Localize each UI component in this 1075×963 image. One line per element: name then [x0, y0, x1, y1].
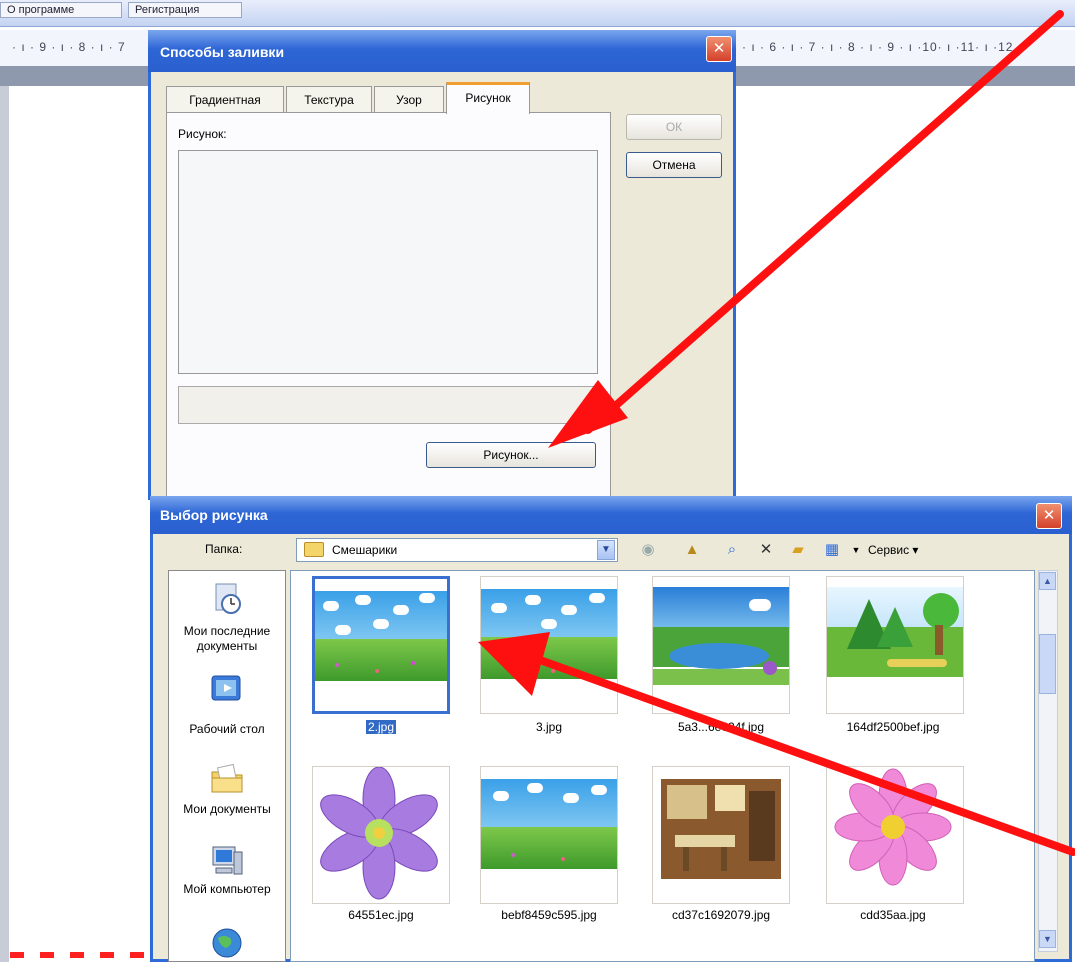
file-list-scrollbar[interactable] [1038, 570, 1058, 952]
fill-dialog-close-icon[interactable]: ✕ [706, 36, 732, 62]
desktop-icon[interactable] [210, 672, 244, 706]
picture-preview [178, 150, 598, 374]
file-name[interactable]: 164df2500bef.jpg [818, 720, 968, 734]
cancel-button[interactable]: Отмена [626, 152, 722, 178]
tools-menu[interactable]: Сервис ▾ [868, 543, 918, 557]
file-thumbnail[interactable] [480, 766, 618, 904]
file-thumbnail[interactable] [312, 766, 450, 904]
fill-dialog-title: Способы заливки [160, 44, 285, 60]
tools-menu-label: Сервис [868, 543, 910, 557]
file-name[interactable]: 5a3...6e624f.jpg [646, 720, 796, 734]
new-folder-icon[interactable]: ▰ [788, 540, 808, 560]
file-thumbnail[interactable] [480, 576, 618, 714]
tab-picture[interactable]: Рисунок [446, 82, 530, 114]
folder-value: Смешарики [332, 543, 398, 557]
tab-gradient[interactable]: Градиентная [166, 86, 284, 112]
place-label-my-documents: Мои документы [183, 802, 271, 816]
tab-pattern[interactable]: Узор [374, 86, 444, 112]
file-name[interactable]: 64551ec.jpg [306, 908, 456, 922]
ruler-right-marks: · ı · 6 · ı · 7 · ı · 8 · ı · 9 · ı ·10·… [742, 40, 1014, 54]
up-folder-icon[interactable]: ▲ [682, 540, 702, 560]
word-menu-bar: О программе Регистрация [0, 0, 1075, 27]
place-label-my-computer: Мой компьютер [183, 882, 271, 896]
file-name[interactable]: cdd35aa.jpg [818, 908, 968, 922]
open-dialog-title: Выбор рисунка [160, 507, 268, 523]
file-name-text: 2.jpg [365, 720, 397, 734]
file-thumbnail[interactable] [652, 576, 790, 714]
file-name[interactable]: cd37c1692079.jpg [646, 908, 796, 922]
dashed-line-segment [10, 952, 24, 958]
tab-texture[interactable]: Текстура [286, 86, 372, 112]
my-documents-icon[interactable] [210, 762, 244, 796]
picture-label: Рисунок: [178, 127, 227, 141]
document-left-margin [0, 86, 9, 962]
file-thumbnail[interactable] [826, 766, 964, 904]
folder-icon [304, 542, 324, 557]
open-dialog-close-icon[interactable]: ✕ [1036, 503, 1062, 529]
file-thumbnail[interactable] [826, 576, 964, 714]
dashed-line-segment [100, 952, 114, 958]
recent-documents-icon[interactable] [210, 582, 244, 616]
dashed-line-segment [130, 952, 144, 958]
search-icon[interactable]: ⌕ [722, 540, 742, 560]
file-name[interactable]: bebf8459c595.jpg [474, 908, 624, 922]
scroll-down-icon[interactable]: ▼ [1039, 930, 1056, 948]
ruler-left-marks: · ı · 9 · ı · 8 · ı · 7 [12, 40, 126, 54]
dashed-line-segment [70, 952, 84, 958]
file-thumbnail[interactable] [652, 766, 790, 904]
about-program-button[interactable]: О программе [0, 2, 122, 18]
ok-button[interactable]: ОК [626, 114, 722, 140]
place-label-recent: Мои последние документы [183, 624, 271, 653]
registration-button[interactable]: Регистрация [128, 2, 242, 18]
picture-name-field [178, 386, 598, 424]
scroll-up-icon[interactable]: ▲ [1039, 572, 1056, 590]
dashed-line-segment [40, 952, 54, 958]
file-name[interactable]: 3.jpg [474, 720, 624, 734]
folder-label: Папка: [205, 542, 243, 556]
network-places-icon[interactable] [210, 926, 244, 960]
file-name[interactable]: 2.jpg [306, 720, 456, 734]
delete-icon[interactable]: ✕ [756, 540, 776, 560]
file-thumbnail[interactable] [312, 576, 450, 714]
my-computer-icon[interactable] [210, 844, 244, 878]
back-icon[interactable]: ◉ [638, 540, 658, 560]
views-dropdown-icon[interactable]: ▼ [846, 540, 866, 560]
open-dialog-title-bar[interactable] [150, 496, 1072, 534]
chevron-down-icon[interactable]: ▼ [597, 540, 615, 560]
select-picture-button[interactable]: Рисунок... [426, 442, 596, 468]
scrollbar-thumb[interactable] [1039, 634, 1056, 694]
views-icon[interactable]: ▦ [822, 540, 842, 560]
place-label-desktop: Рабочий стол [189, 722, 265, 736]
